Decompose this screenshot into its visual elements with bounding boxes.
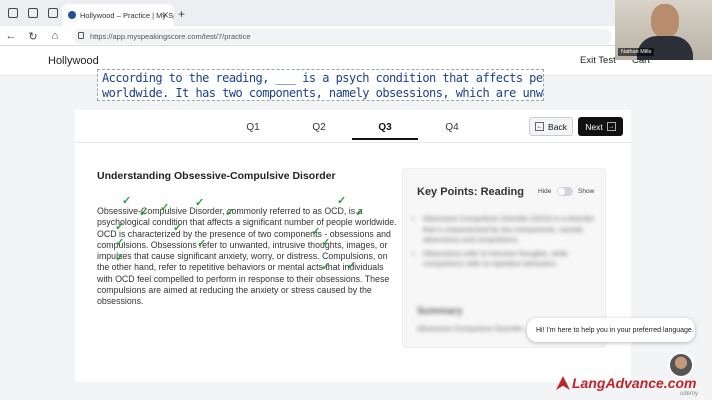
passage-title: Understanding Obsessive-Compulsive Disor… xyxy=(97,170,336,182)
url-text: https://app.myspeakingscore.com/test/7/p… xyxy=(90,32,251,41)
favicon-icon xyxy=(68,11,76,19)
next-button[interactable]: Next → xyxy=(578,117,623,136)
passage-text: Obsessive-Compulsive Disorder, commonly … xyxy=(97,206,397,307)
check-icon: ✓ xyxy=(139,207,149,219)
tab-q2[interactable]: Q2 xyxy=(299,122,339,133)
transcription-line-1: According to the reading, ___ is a psych… xyxy=(102,71,544,85)
key-point-item: Obsessive-Compulsive Disorder (OCD) is a… xyxy=(423,214,595,246)
check-icon: ✓ xyxy=(311,226,321,238)
tab-bar: Hollywood – Practice | My Speaki… ✕ + xyxy=(0,0,712,26)
key-points-title: Key Points: Reading xyxy=(417,186,524,198)
profile-icon[interactable] xyxy=(8,8,18,18)
back-button-label: Back xyxy=(548,121,567,132)
check-icon: ✓ xyxy=(115,221,125,233)
home-icon[interactable]: ⌂ xyxy=(44,30,66,42)
check-icon: ✓ xyxy=(115,237,125,249)
check-icon: ✓ xyxy=(122,195,132,207)
question-tabs: Q1 Q2 Q3 Q4 ← Back Next → xyxy=(75,110,631,143)
check-icon: ✓ xyxy=(321,261,331,273)
back-arrow-icon: ← xyxy=(535,122,545,131)
hide-label: Hide xyxy=(538,188,552,195)
webcam-overlay: Nathan Mills xyxy=(615,0,712,60)
check-icon: ✓ xyxy=(195,197,205,209)
workspaces-icon[interactable] xyxy=(28,8,38,18)
check-icon: ✓ xyxy=(197,238,207,250)
logo-text-lang: Lang xyxy=(572,375,606,391)
tab-bar-icons xyxy=(8,8,58,18)
presenter-head xyxy=(651,4,679,38)
reload-icon[interactable]: ↻ xyxy=(22,30,44,43)
check-icon: ✓ xyxy=(355,207,365,219)
new-tab-button[interactable]: + xyxy=(178,7,185,21)
logo-flag-icon xyxy=(556,376,570,390)
browser-chrome: Hollywood – Practice | My Speaki… ✕ + ← … xyxy=(0,0,712,46)
key-point-item: Obsessions refer to intrusive thoughts, … xyxy=(423,249,595,270)
brand-title: Hollywood xyxy=(48,55,99,67)
lock-icon xyxy=(78,32,84,39)
tab-q1[interactable]: Q1 xyxy=(233,122,273,133)
check-icon: ✓ xyxy=(160,202,170,214)
check-icon: ✓ xyxy=(115,252,125,264)
check-icon: ✓ xyxy=(173,222,183,234)
check-icon: ✓ xyxy=(225,207,235,219)
back-button[interactable]: ← Back xyxy=(529,117,573,136)
udemy-watermark: udemy xyxy=(680,391,699,397)
next-arrow-icon: → xyxy=(606,122,616,131)
tab-actions-icon[interactable] xyxy=(48,8,58,18)
transcription-overlay: According to the reading, ___ is a psych… xyxy=(97,69,544,101)
tab-title: Hollywood – Practice | My Speaki… xyxy=(80,10,174,20)
summary-text: Obsessive-Compulsive Disorder... xyxy=(417,324,529,333)
tab-q4[interactable]: Q4 xyxy=(432,122,472,133)
active-tab-indicator xyxy=(352,138,418,140)
check-icon: ✓ xyxy=(321,237,331,249)
exit-test-link[interactable]: Exit Test xyxy=(580,55,616,66)
check-icon: ✓ xyxy=(337,195,347,207)
summary-title: Summary xyxy=(417,306,463,317)
transcription-line-2: worldwide. It has two components, namely… xyxy=(102,85,544,100)
show-hide-toggle[interactable] xyxy=(557,187,573,196)
show-label: Show xyxy=(578,188,595,195)
tab-q3[interactable]: Q3 xyxy=(365,122,405,133)
langadvance-logo: Lang Advance.com xyxy=(556,373,697,393)
chat-bubble[interactable]: Hi! I'm here to help you in your preferr… xyxy=(527,318,695,342)
key-points-list: Obsessive-Compulsive Disorder (OCD) is a… xyxy=(423,214,595,273)
check-icon: ✓ xyxy=(347,260,357,272)
tab-close-icon[interactable]: ✕ xyxy=(161,10,169,21)
logo-text-advance: Advance.com xyxy=(605,375,697,391)
back-arrow-icon[interactable]: ← xyxy=(0,30,22,42)
presenter-name-tag: Nathan Mills xyxy=(618,48,655,56)
browser-tab[interactable]: Hollywood – Practice | My Speaki… ✕ xyxy=(62,4,174,26)
address-bar[interactable]: https://app.myspeakingscore.com/test/7/p… xyxy=(72,29,612,44)
next-button-label: Next xyxy=(585,121,603,132)
nav-row: ← ↻ ⌂ https://app.myspeakingscore.com/te… xyxy=(0,26,712,46)
